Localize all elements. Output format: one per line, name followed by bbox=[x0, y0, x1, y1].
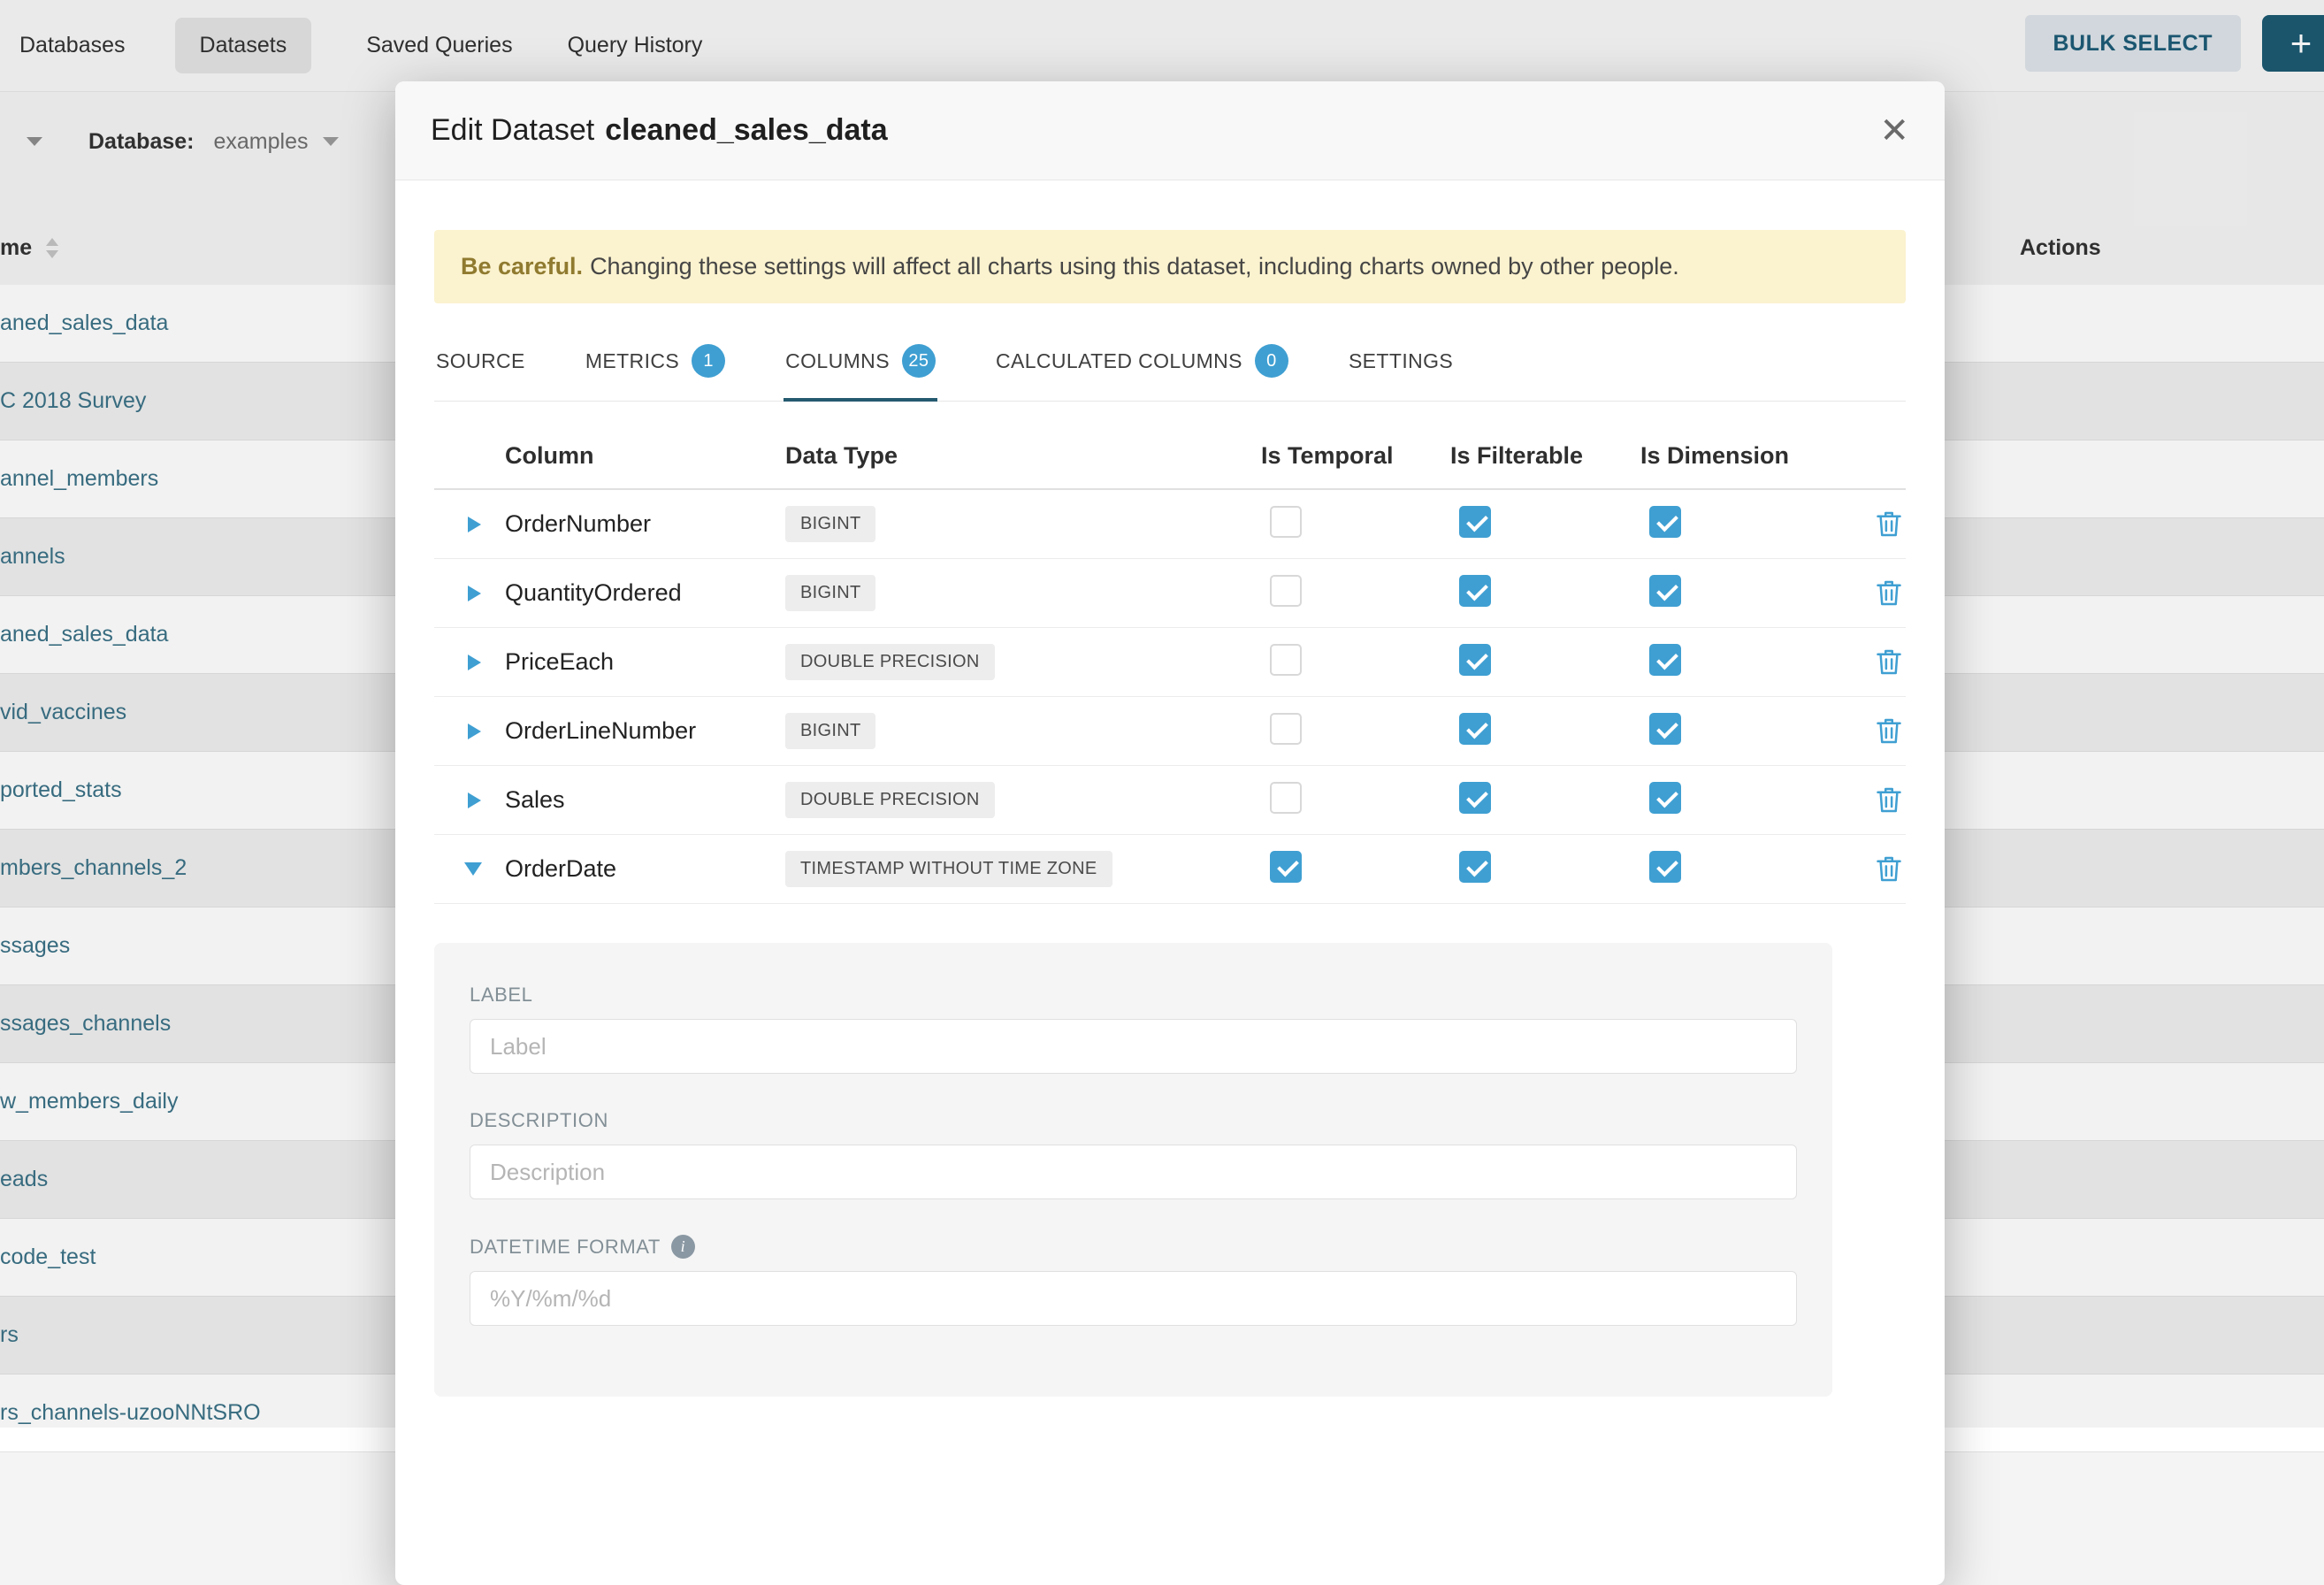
delete-column-button[interactable] bbox=[1853, 578, 1906, 608]
is-dimension-checkbox[interactable] bbox=[1649, 575, 1681, 607]
datetime-format-field-label: DATETIME FORMAT bbox=[470, 1235, 1797, 1259]
is-dimension-header: Is Dimension bbox=[1640, 442, 1853, 470]
is-temporal-checkbox[interactable] bbox=[1270, 644, 1302, 676]
tab[interactable]: SOURCE bbox=[434, 332, 527, 396]
expand-caret-icon[interactable] bbox=[468, 586, 481, 601]
modal-tabs: SOURCE METRICS 1 COLUMNS 25 CALCULATED C… bbox=[434, 326, 1906, 402]
is-filterable-header: Is Filterable bbox=[1450, 442, 1640, 470]
is-temporal-checkbox[interactable] bbox=[1270, 851, 1302, 883]
column-row: OrderDate TIMESTAMP WITHOUT TIME ZONE bbox=[434, 835, 1906, 904]
count-badge: 25 bbox=[902, 344, 936, 378]
warning-bold-text: Be careful. bbox=[461, 253, 583, 279]
expand-caret-icon[interactable] bbox=[468, 517, 481, 532]
expand-caret-icon[interactable] bbox=[468, 655, 481, 670]
trash-icon bbox=[1876, 578, 1902, 608]
is-filterable-checkbox[interactable] bbox=[1459, 713, 1491, 745]
is-filterable-checkbox[interactable] bbox=[1459, 851, 1491, 883]
modal-title: Edit Dataset cleaned_sales_data bbox=[431, 113, 888, 148]
column-row: Sales DOUBLE PRECISION bbox=[434, 766, 1906, 835]
tab[interactable]: COLUMNS 25 bbox=[784, 326, 937, 401]
warning-text: Changing these settings will affect all … bbox=[590, 253, 1679, 279]
data-type-pill: BIGINT bbox=[785, 575, 875, 611]
is-temporal-checkbox[interactable] bbox=[1270, 506, 1302, 538]
expand-caret-icon[interactable] bbox=[468, 792, 481, 808]
trash-icon bbox=[1876, 716, 1902, 746]
is-dimension-checkbox[interactable] bbox=[1649, 713, 1681, 745]
data-type-header: Data Type bbox=[785, 442, 1261, 470]
modal-title-dataset-name: cleaned_sales_data bbox=[605, 113, 887, 147]
data-type-pill: TIMESTAMP WITHOUT TIME ZONE bbox=[785, 851, 1112, 887]
delete-column-button[interactable] bbox=[1853, 785, 1906, 815]
tab-label: CALCULATED COLUMNS bbox=[996, 349, 1242, 373]
column-name: PriceEach bbox=[505, 648, 785, 676]
trash-icon bbox=[1876, 509, 1902, 539]
column-name: OrderDate bbox=[505, 855, 785, 883]
close-icon[interactable]: ✕ bbox=[1879, 113, 1909, 149]
expand-caret-icon[interactable] bbox=[468, 724, 481, 739]
warning-banner: Be careful. Changing these settings will … bbox=[434, 230, 1906, 303]
delete-column-button[interactable] bbox=[1853, 854, 1906, 884]
modal-header: Edit Dataset cleaned_sales_data ✕ bbox=[395, 81, 1945, 180]
tab-label: COLUMNS bbox=[785, 349, 890, 373]
delete-column-button[interactable] bbox=[1853, 509, 1906, 539]
is-temporal-checkbox[interactable] bbox=[1270, 713, 1302, 745]
tab-label: METRICS bbox=[585, 349, 679, 373]
tab-label: SETTINGS bbox=[1349, 349, 1453, 373]
datetime-format-input[interactable] bbox=[470, 1271, 1797, 1326]
tab[interactable]: SETTINGS bbox=[1347, 332, 1455, 396]
data-type-pill: DOUBLE PRECISION bbox=[785, 644, 995, 680]
tab-label: SOURCE bbox=[436, 349, 525, 373]
is-filterable-checkbox[interactable] bbox=[1459, 575, 1491, 607]
modal-body: Be careful. Changing these settings will … bbox=[395, 230, 1945, 1397]
description-field-label: DESCRIPTION bbox=[470, 1109, 1797, 1132]
column-header: Column bbox=[505, 442, 785, 470]
is-temporal-checkbox[interactable] bbox=[1270, 575, 1302, 607]
count-badge: 0 bbox=[1255, 344, 1288, 378]
label-field-label: LABEL bbox=[470, 984, 1797, 1007]
is-filterable-checkbox[interactable] bbox=[1459, 506, 1491, 538]
column-name: OrderNumber bbox=[505, 510, 785, 538]
tab[interactable]: METRICS 1 bbox=[584, 326, 727, 401]
description-field-group: DESCRIPTION bbox=[470, 1109, 1797, 1199]
column-row: OrderNumber BIGINT bbox=[434, 490, 1906, 559]
description-input[interactable] bbox=[470, 1145, 1797, 1199]
column-name: Sales bbox=[505, 786, 785, 814]
is-temporal-checkbox[interactable] bbox=[1270, 782, 1302, 814]
label-input[interactable] bbox=[470, 1019, 1797, 1074]
modal-title-prefix: Edit Dataset bbox=[431, 113, 594, 147]
edit-dataset-modal: Edit Dataset cleaned_sales_data ✕ Be care… bbox=[395, 81, 1945, 1585]
column-name: OrderLineNumber bbox=[505, 717, 785, 745]
column-name: QuantityOrdered bbox=[505, 579, 785, 607]
column-row: QuantityOrdered BIGINT bbox=[434, 559, 1906, 628]
tab[interactable]: CALCULATED COLUMNS 0 bbox=[994, 326, 1290, 401]
column-detail-panel: LABEL DESCRIPTION DATETIME FORMAT bbox=[434, 943, 1832, 1397]
trash-icon bbox=[1876, 647, 1902, 677]
data-type-pill: BIGINT bbox=[785, 506, 875, 542]
data-type-pill: BIGINT bbox=[785, 713, 875, 749]
columns-table-header: Column Data Type Is Temporal Is Filterab… bbox=[434, 423, 1906, 490]
datetime-format-field-group: DATETIME FORMAT bbox=[470, 1235, 1797, 1326]
column-row: PriceEach DOUBLE PRECISION bbox=[434, 628, 1906, 697]
column-row: OrderLineNumber BIGINT bbox=[434, 697, 1906, 766]
count-badge: 1 bbox=[692, 344, 725, 378]
info-icon[interactable] bbox=[671, 1235, 695, 1259]
trash-icon bbox=[1876, 785, 1902, 815]
data-type-pill: DOUBLE PRECISION bbox=[785, 782, 995, 818]
columns-table-body: OrderNumber BIGINT bbox=[434, 490, 1906, 904]
label-field-group: LABEL bbox=[470, 984, 1797, 1074]
is-filterable-checkbox[interactable] bbox=[1459, 782, 1491, 814]
expand-caret-icon[interactable] bbox=[464, 862, 482, 876]
is-dimension-checkbox[interactable] bbox=[1649, 506, 1681, 538]
datetime-format-label-text: DATETIME FORMAT bbox=[470, 1236, 661, 1259]
delete-column-button[interactable] bbox=[1853, 716, 1906, 746]
delete-column-button[interactable] bbox=[1853, 647, 1906, 677]
trash-icon bbox=[1876, 854, 1902, 884]
is-dimension-checkbox[interactable] bbox=[1649, 644, 1681, 676]
is-filterable-checkbox[interactable] bbox=[1459, 644, 1491, 676]
is-temporal-header: Is Temporal bbox=[1261, 442, 1450, 470]
is-dimension-checkbox[interactable] bbox=[1649, 851, 1681, 883]
is-dimension-checkbox[interactable] bbox=[1649, 782, 1681, 814]
